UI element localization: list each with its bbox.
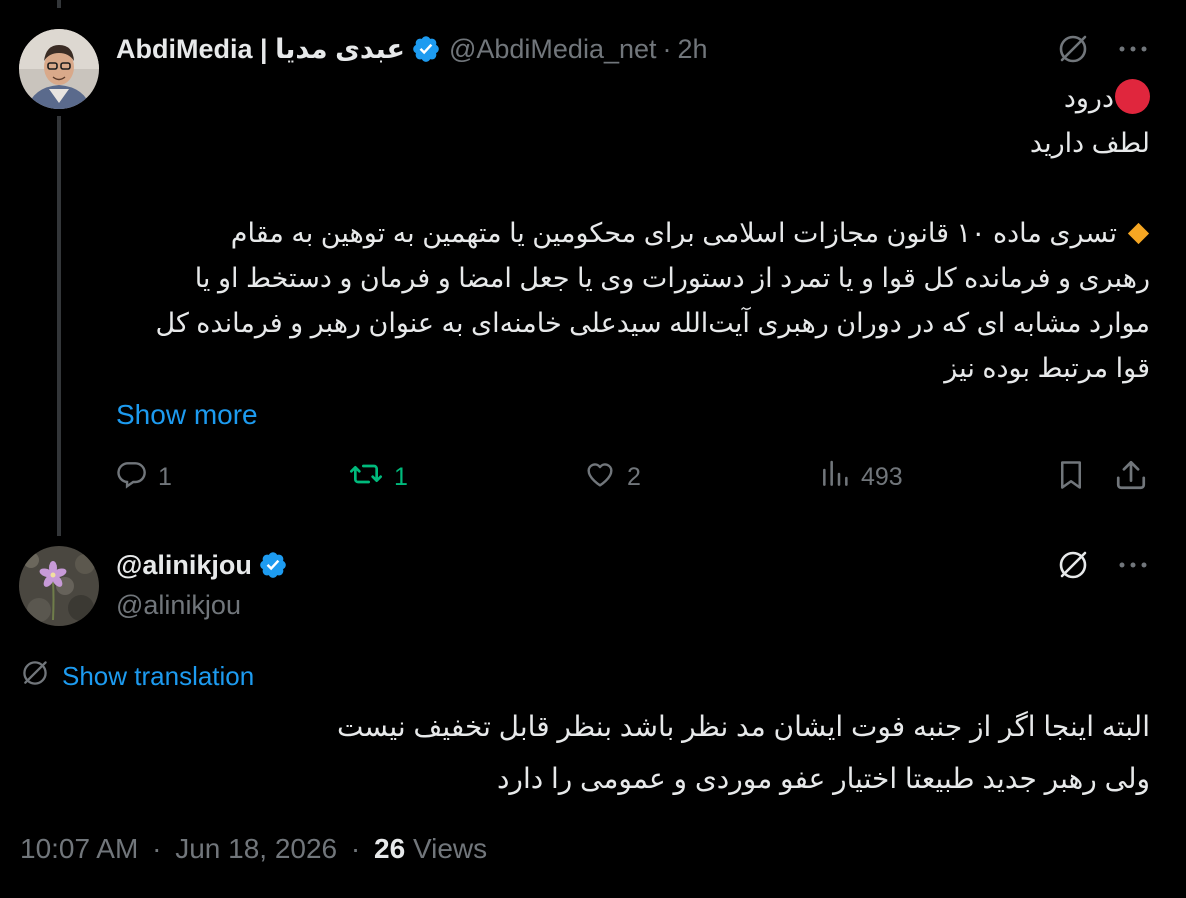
bookmark-button[interactable] bbox=[1056, 458, 1086, 499]
repost-count: 1 bbox=[394, 463, 408, 491]
separator-dot: · bbox=[662, 34, 672, 64]
show-more-link[interactable]: Show more bbox=[116, 395, 258, 435]
meta-date[interactable]: Jun 18, 2026 bbox=[175, 833, 337, 864]
avatar[interactable] bbox=[19, 546, 99, 626]
reply-icon bbox=[116, 458, 148, 497]
reply-text: البته اینجا اگر از جنبه فوت ایشان مد نظر… bbox=[50, 701, 1150, 805]
tweet-header: AbdiMedia | عبدی مدیا @AbdiMedia_net · 2… bbox=[116, 31, 708, 67]
like-button[interactable]: 2 bbox=[583, 458, 641, 497]
tweet-detail-page: AbdiMedia | عبدی مدیا @AbdiMedia_net · 2… bbox=[0, 0, 1186, 898]
repost-button[interactable]: 1 bbox=[348, 458, 408, 497]
author-display-name[interactable]: AbdiMedia | عبدی مدیا bbox=[116, 31, 405, 67]
repost-icon bbox=[348, 458, 384, 497]
separator-dot: · bbox=[350, 833, 361, 864]
reply-header: @alinikjou bbox=[116, 547, 296, 583]
show-translation-button[interactable]: Show translation bbox=[20, 658, 254, 695]
translate-icon bbox=[20, 658, 50, 695]
heart-icon bbox=[583, 458, 617, 497]
thread-connector-top bbox=[57, 0, 61, 8]
meta-views-label: Views bbox=[412, 833, 488, 864]
meta-views-count: 26 bbox=[374, 833, 406, 864]
views-button[interactable]: 493 bbox=[819, 458, 903, 497]
reply-author-display-name[interactable]: @alinikjou bbox=[116, 547, 252, 583]
more-horizontal-icon[interactable] bbox=[1118, 44, 1148, 54]
tweet-time[interactable]: 2h bbox=[678, 31, 708, 67]
verified-badge-icon bbox=[258, 550, 288, 580]
more-horizontal-icon[interactable] bbox=[1118, 560, 1148, 570]
like-count: 2 bbox=[627, 463, 641, 491]
reply-author-handle[interactable]: @alinikjou bbox=[116, 587, 241, 623]
tweet-header-actions bbox=[1056, 32, 1148, 66]
tweet-action-bar: 1 1 2 493 bbox=[116, 458, 1152, 504]
avatar[interactable] bbox=[19, 29, 99, 109]
reply-header-actions bbox=[1056, 548, 1148, 582]
tweet-text: درود لطف دارید تسری ماده ۱۰ قانون مجازات… bbox=[120, 76, 1150, 391]
author-handle[interactable]: @AbdiMedia_net bbox=[449, 31, 657, 67]
tweet-line-2: رهبری و فرمانده کل قوا و یا تمرد از دستو… bbox=[194, 263, 1150, 293]
reply-line-2: ولی رهبر جدید طبیعتا اختیار عفو موردی و … bbox=[496, 763, 1150, 794]
separator-dot: · bbox=[152, 833, 162, 864]
reply-count: 1 bbox=[158, 463, 172, 491]
show-translation-label: Show translation bbox=[62, 661, 255, 691]
meta-time[interactable]: 10:07 AM bbox=[20, 833, 138, 864]
tweet-line-1: تسری ماده ۱۰ قانون مجازات اسلامی برای مح… bbox=[230, 218, 1117, 248]
reply-line-1: البته اینجا اگر از جنبه فوت ایشان مد نظر… bbox=[336, 711, 1150, 742]
verified-badge-icon bbox=[411, 34, 441, 64]
tweet-line-intro: لطف دارید bbox=[1029, 128, 1150, 158]
tweet-meta: 10:07 AM · Jun 18, 2026 · 26 Views bbox=[20, 829, 487, 869]
tweet-line-3: موارد مشابه ای که در دوران رهبری آیت‌الل… bbox=[155, 308, 1151, 338]
tweet-line-4: قوا مرتبط بوده نیز bbox=[944, 353, 1150, 383]
grok-icon[interactable] bbox=[1056, 32, 1090, 66]
bookmark-icon bbox=[1056, 458, 1086, 499]
reply-button[interactable]: 1 bbox=[116, 458, 172, 497]
tweet-line-greeting: درود bbox=[1063, 83, 1114, 113]
views-icon bbox=[819, 458, 851, 497]
orange-diamond-emoji-icon bbox=[1127, 222, 1150, 245]
grok-icon[interactable] bbox=[1056, 548, 1090, 582]
share-button[interactable] bbox=[1114, 458, 1148, 499]
thread-connector bbox=[57, 116, 61, 536]
share-icon bbox=[1114, 458, 1148, 499]
red-circle-emoji-icon bbox=[1115, 79, 1150, 114]
views-count: 493 bbox=[861, 463, 903, 491]
